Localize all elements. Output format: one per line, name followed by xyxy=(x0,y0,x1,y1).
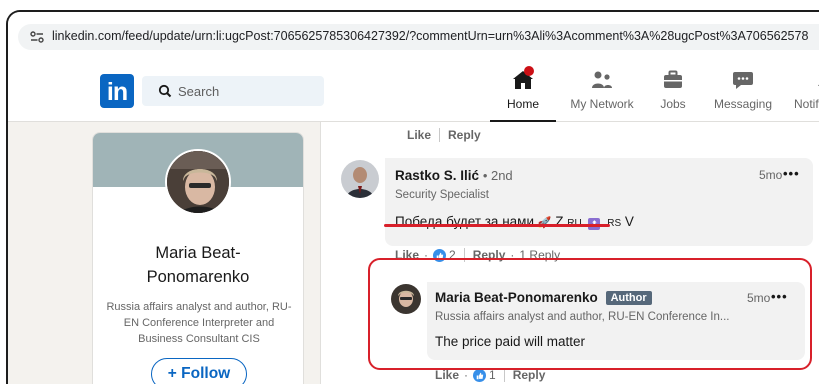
comment-bubble: Rastko S. Ilić • 2nd Security Specialist… xyxy=(385,158,813,246)
like-reaction-icon xyxy=(473,368,487,382)
comment-author-name: Rastko S. Ilić xyxy=(395,168,480,183)
profile-name[interactable]: Maria Beat- Ponomarenko xyxy=(93,241,303,289)
nav-messaging-label: Messaging xyxy=(713,97,773,111)
messaging-icon xyxy=(733,72,753,89)
profile-card: Maria Beat- Ponomarenko Russia affairs a… xyxy=(92,132,304,384)
connection-degree: • 2nd xyxy=(482,168,513,183)
nav-messaging[interactable]: Messaging xyxy=(704,66,782,116)
search-icon xyxy=(158,84,172,98)
commenter-avatar[interactable] xyxy=(341,160,379,198)
reply-actions: Like · 1 Reply xyxy=(435,368,546,382)
home-notification-dot xyxy=(524,66,534,76)
highlight-box xyxy=(368,258,812,370)
nav-jobs[interactable]: Jobs xyxy=(648,66,698,116)
search-input[interactable] xyxy=(178,76,318,106)
action-divider xyxy=(439,128,441,142)
comment-author-title: Security Specialist xyxy=(395,189,489,201)
network-icon xyxy=(592,71,612,88)
nav-notifications-label: Notifica xyxy=(794,97,819,111)
avatar-photo xyxy=(341,160,379,198)
comment-author[interactable]: Rastko S. Ilić • 2nd xyxy=(395,168,513,183)
highlight-underline xyxy=(384,224,610,227)
site-settings-icon[interactable] xyxy=(30,31,44,43)
nav-network-label: My Network xyxy=(570,97,634,111)
nav-my-network[interactable]: My Network xyxy=(564,66,640,116)
comment-text: Победа будет за нами 🚀 Z RU ⬆ RS V xyxy=(395,214,634,230)
linkedin-logo[interactable]: in xyxy=(100,74,134,108)
action-divider xyxy=(503,368,505,382)
comment-time: 5mo xyxy=(759,168,783,182)
more-options-icon[interactable]: ••• xyxy=(783,166,800,181)
like-count[interactable]: 1 xyxy=(489,368,496,382)
profile-name-line1: Maria Beat- xyxy=(155,244,241,262)
profile-name-line2: Ponomarenko xyxy=(146,268,250,286)
url-text[interactable]: linkedin.com/feed/update/urn:li:ugcPost:… xyxy=(52,29,808,43)
nav-jobs-label: Jobs xyxy=(660,97,686,111)
nav-home-label: Home xyxy=(506,97,539,111)
reply-button[interactable]: Reply xyxy=(448,128,481,142)
linkedin-navbar: in Home My Network xyxy=(8,60,819,122)
bell-icon xyxy=(818,84,819,86)
reply-button[interactable]: Reply xyxy=(513,368,546,382)
follow-button[interactable]: + Follow xyxy=(151,358,247,384)
briefcase-icon xyxy=(664,70,682,88)
search-box[interactable] xyxy=(142,76,324,106)
profile-avatar[interactable] xyxy=(165,149,231,215)
v-letter: V xyxy=(624,214,634,229)
like-button[interactable]: Like xyxy=(435,368,459,382)
nav-notifications[interactable]: Notifica xyxy=(790,66,819,116)
profile-headline: Russia affairs analyst and author, RU-EN… xyxy=(106,301,292,345)
nav-home[interactable]: Home xyxy=(490,66,556,122)
like-button[interactable]: Like xyxy=(407,128,431,142)
avatar-photo xyxy=(167,151,229,213)
parent-comment-actions: Like Reply xyxy=(407,128,481,142)
url-bar: linkedin.com/feed/update/urn:li:ugcPost:… xyxy=(8,12,819,60)
rocket-emoji-icon: 🚀 xyxy=(537,217,552,229)
